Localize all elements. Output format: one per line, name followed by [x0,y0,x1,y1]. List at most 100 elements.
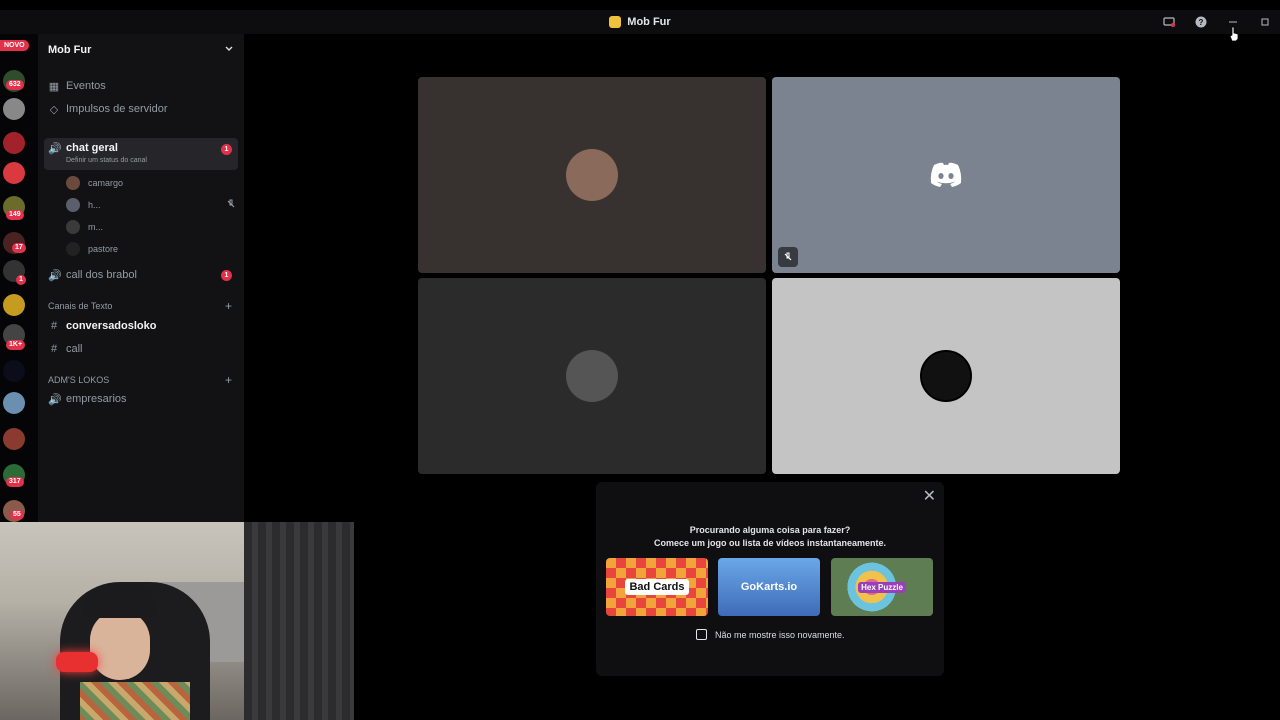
voice-user[interactable]: h... [66,195,236,215]
channel-label: call dos brabol [66,269,137,281]
avatar [66,242,80,256]
game-title: Bad Cards [625,579,689,595]
dont-show-again-checkbox[interactable]: Não me mostre isso novamente. [696,629,845,640]
mention-badge: 1K+ [6,340,26,350]
participant-tile[interactable] [772,77,1120,273]
title-bar: Mob Fur ? [0,10,1280,34]
server-header[interactable]: Mob Fur [38,34,244,66]
maximize-icon[interactable] [1258,15,1272,29]
server-icon [609,16,622,28]
mic-muted-icon [226,199,236,211]
channel-label: call [66,343,83,355]
activity-line-1: Procurando alguma coisa para fazer? [689,525,851,535]
chevron-down-icon [224,44,234,57]
avatar [566,350,618,402]
server-icon[interactable] [3,162,25,184]
channel-label: empresarios [66,393,127,405]
sidebar-item-events[interactable]: ▦ Eventos [44,76,238,96]
game-card-hex-puzzle[interactable]: Hex Puzzle [831,558,933,616]
category-label: ADM'S LOKOS [48,375,110,385]
sidebar-item-boosts[interactable]: ◇ Impulsos de servidor [44,99,238,119]
close-icon[interactable]: ✕ [923,486,936,506]
screen-share-icon[interactable] [1162,15,1176,29]
window-title-text: Mob Fur [627,16,671,28]
add-channel-icon[interactable]: + [225,373,232,387]
activity-heading: Procurando alguma coisa para fazer? Come… [596,524,944,550]
avatar [66,198,80,212]
speaker-icon: 🔊 [48,393,62,406]
server-icon[interactable] [3,428,25,450]
checkbox-label: Não me mostre isso novamente. [715,629,845,640]
sidebar-item-label: Eventos [66,80,106,92]
avatar [66,220,80,234]
hash-icon: # [50,343,58,355]
speaker-icon: 🔊 [48,269,62,282]
webcam-curtain [244,522,354,720]
checkbox[interactable] [696,629,707,640]
server-name: Mob Fur [48,44,92,56]
participant-tile[interactable] [418,278,766,474]
folder-icon[interactable] [3,360,25,382]
server-icon[interactable] [3,132,25,154]
window-title: Mob Fur [609,16,671,28]
server-icon[interactable] [3,98,25,120]
game-card-gokarts[interactable]: GoKarts.io [718,558,820,616]
hand-cursor-icon [1229,26,1239,42]
server-icon[interactable] [3,392,25,414]
voice-channel-empresarios[interactable]: 🔊 empresarios [44,389,238,409]
mention-badge: 55 [10,510,24,520]
category-text-channels[interactable]: Canais de Texto + [48,298,232,314]
streamer-shirt [80,682,190,720]
voice-user[interactable]: m... [66,217,103,237]
participant-tile[interactable] [772,278,1120,474]
game-title: GoKarts.io [740,581,798,593]
mention-badge: 632 [6,80,24,90]
avatar [566,149,618,201]
help-icon[interactable]: ? [1194,15,1208,29]
activity-line-2: Comece um jogo ou lista de vídeos instan… [653,538,887,548]
avatar [920,350,972,402]
add-channel-icon[interactable]: + [225,299,232,313]
voice-user-name: m... [88,222,103,232]
notification-badge: 1 [221,144,232,155]
server-list: NOVO 632 149 17 1 1K+ 317 55 [0,34,38,524]
channel-label: conversadosloko [66,320,157,332]
streamer-cap [82,584,158,618]
notification-badge: 1 [221,270,232,281]
server-icon[interactable] [3,294,25,316]
mention-badge: 1 [16,275,26,285]
discord-logo-icon [930,162,962,187]
voice-channel-chat-geral[interactable]: 🔊 chat geral Definir um status do canal … [44,138,238,170]
mic-muted-icon [778,247,798,267]
microphone [56,652,98,672]
calendar-icon: ▦ [48,80,60,93]
channel-sidebar: Mob Fur ▦ Eventos ◇ Impulsos de servidor… [38,34,244,524]
avatar [66,176,80,190]
new-badge: NOVO [0,40,29,51]
svg-text:?: ? [1199,18,1204,27]
voice-user-name: camargo [88,178,124,188]
activity-prompt: ✕ Procurando alguma coisa para fazer? Co… [596,482,944,676]
sidebar-item-label: Impulsos de servidor [66,103,168,115]
webcam-overlay [0,522,354,720]
mention-badge: 17 [12,243,26,253]
game-card-bad-cards[interactable]: Bad Cards [606,558,708,616]
speaker-icon: 🔊 [48,143,62,155]
category-adms[interactable]: ADM'S LOKOS + [48,372,232,388]
streamer-face [90,610,150,680]
mention-badge: 149 [6,210,24,220]
mention-badge: 317 [6,477,24,487]
game-title: Hex Puzzle [858,581,906,593]
participant-tile[interactable] [418,77,766,273]
text-channel-call[interactable]: # call [44,339,238,359]
voice-user[interactable]: pastore [66,239,118,259]
text-channel-conversadosloko[interactable]: # conversadosloko [44,316,238,336]
voice-user[interactable]: camargo [66,173,123,193]
voice-channel-call-dos-brabol[interactable]: 🔊 call dos brabol 1 [44,265,238,285]
hash-icon: # [50,320,58,332]
voice-user-name: h... [88,200,101,210]
channel-status[interactable]: Definir um status do canal [66,157,147,164]
boost-icon: ◇ [49,103,59,116]
channel-label: chat geral [66,142,118,154]
voice-user-name: pastore [88,244,119,254]
